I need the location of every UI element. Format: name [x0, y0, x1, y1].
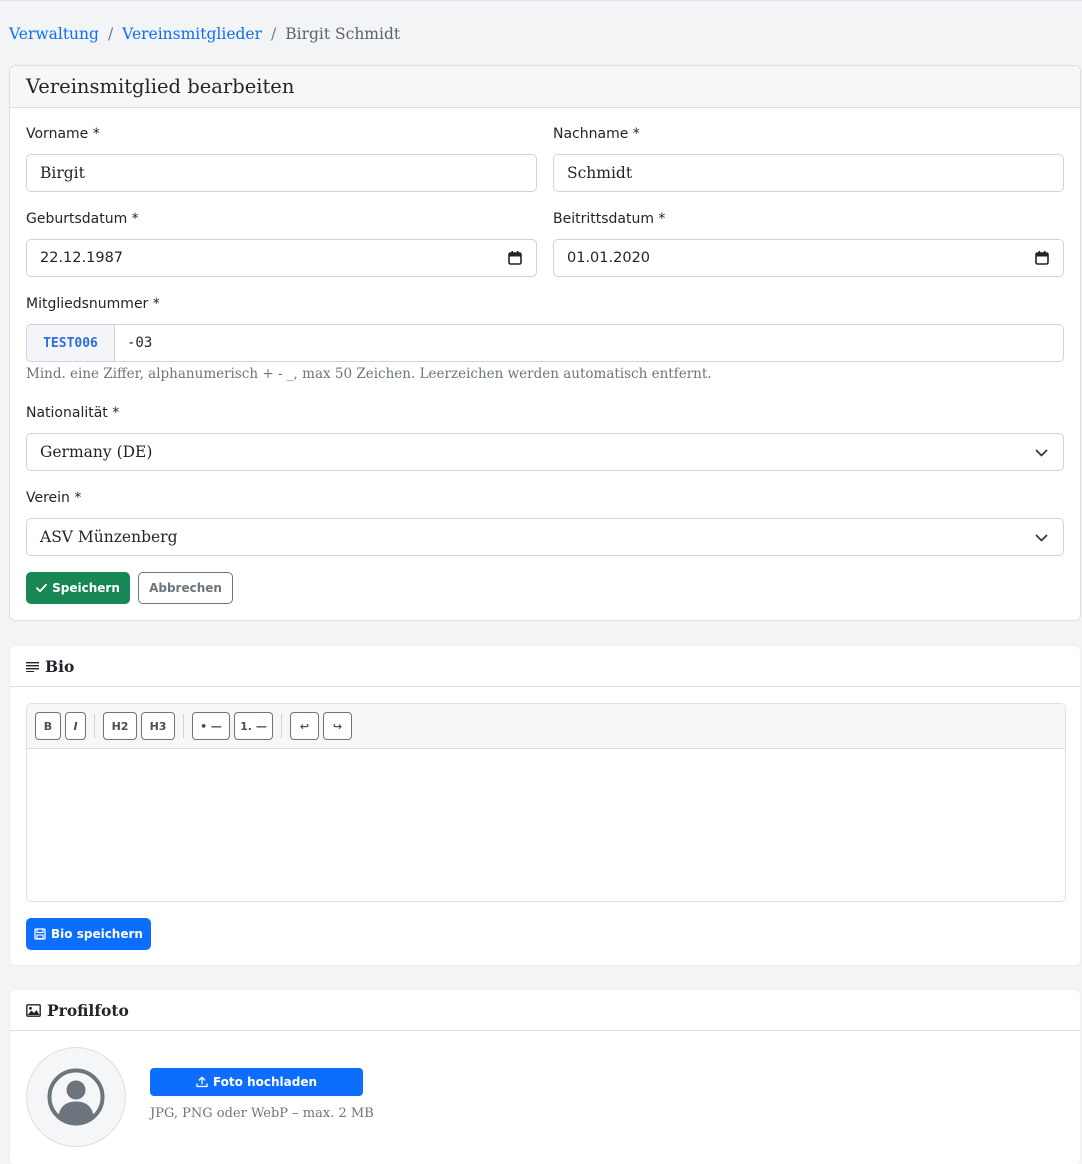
- save-bio-button[interactable]: Bio speichern: [26, 918, 151, 950]
- bio-editor: B I H2 H3 • — 1. — ↩ ↪: [26, 703, 1066, 902]
- avatar: [26, 1047, 126, 1147]
- member-number-input-group[interactable]: TEST006 -03: [26, 324, 1064, 362]
- member-number-label: Mitgliedsnummer *: [26, 296, 160, 312]
- join-date-value: 01.01.2020: [567, 250, 651, 266]
- club-label: Verein *: [26, 490, 82, 506]
- redo-button[interactable]: ↪: [323, 712, 352, 740]
- club-value: ASV Münzenberg: [40, 528, 178, 546]
- ordered-list-button[interactable]: 1. —: [234, 712, 273, 740]
- breadcrumb-separator: /: [271, 25, 277, 43]
- last-name-input[interactable]: Schmidt: [553, 154, 1064, 192]
- profile-photo-header: Profilfoto: [10, 990, 1080, 1031]
- heading3-button[interactable]: H3: [141, 712, 175, 740]
- toolbar-divider: [281, 714, 282, 738]
- upload-photo-button[interactable]: Foto hochladen: [150, 1068, 363, 1096]
- toolbar-divider: [94, 714, 95, 738]
- save-button-label: Speichern: [52, 581, 120, 595]
- join-date-label: Beitrittsdatum *: [553, 211, 666, 227]
- heading2-button[interactable]: H2: [103, 712, 137, 740]
- page-title: Vereinsmitglied bearbeiten: [26, 75, 295, 98]
- profile-photo-card: Profilfoto Foto hochladen JPG, PNG oder …: [9, 989, 1081, 1164]
- text-lines-icon: [26, 661, 39, 672]
- editor-toolbar: B I H2 H3 • — 1. — ↩ ↪: [27, 704, 1065, 749]
- club-select[interactable]: ASV Münzenberg: [26, 518, 1064, 556]
- last-name-value: Schmidt: [567, 164, 633, 182]
- nationality-label: Nationalität *: [26, 405, 120, 421]
- nationality-value: Germany (DE): [40, 443, 153, 461]
- birth-date-input[interactable]: 22.12.1987: [26, 239, 537, 277]
- bio-card: Bio B I H2 H3 • — 1. — ↩ ↪ Bio speichern: [9, 645, 1081, 966]
- first-name-value: Birgit: [40, 164, 85, 182]
- upload-photo-label: Foto hochladen: [212, 1075, 318, 1089]
- calendar-icon[interactable]: [508, 251, 522, 265]
- member-number-prefix: TEST006: [27, 325, 115, 361]
- cancel-button-label: Abbrechen: [149, 581, 222, 595]
- bullet-list-button[interactable]: • —: [192, 712, 230, 740]
- bold-button[interactable]: B: [35, 712, 61, 740]
- breadcrumb-link-verwaltung[interactable]: Verwaltung: [9, 25, 99, 43]
- last-name-label: Nachname *: [553, 126, 640, 142]
- member-number-input[interactable]: -03: [127, 325, 152, 361]
- calendar-icon[interactable]: [1035, 251, 1049, 265]
- save-button[interactable]: Speichern: [26, 572, 130, 604]
- italic-button[interactable]: I: [65, 712, 86, 740]
- check-icon: [36, 583, 48, 593]
- user-placeholder-icon: [47, 1068, 105, 1126]
- join-date-input[interactable]: 01.01.2020: [553, 239, 1064, 277]
- image-icon: [26, 1003, 41, 1017]
- birth-date-label: Geburtsdatum *: [26, 211, 139, 227]
- breadcrumb: Verwaltung / Vereinsmitglieder / Birgit …: [9, 25, 400, 43]
- member-number-hint: Mind. eine Ziffer, alphanumerisch + - _,…: [26, 366, 712, 382]
- first-name-input[interactable]: Birgit: [26, 154, 537, 192]
- chevron-down-icon: [1035, 534, 1048, 542]
- breadcrumb-link-vereinsmitglieder[interactable]: Vereinsmitglieder: [122, 25, 262, 43]
- save-bio-button-label: Bio speichern: [51, 927, 143, 941]
- nationality-select[interactable]: Germany (DE): [26, 433, 1064, 471]
- toolbar-divider: [183, 714, 184, 738]
- breadcrumb-separator: /: [107, 25, 114, 43]
- bio-text-area[interactable]: [27, 749, 1065, 901]
- upload-icon: [196, 1076, 208, 1088]
- floppy-disk-icon: [34, 928, 46, 940]
- chevron-down-icon: [1035, 449, 1048, 457]
- photo-format-hint: JPG, PNG oder WebP – max. 2 MB: [150, 1106, 374, 1121]
- bio-header: Bio: [10, 646, 1080, 687]
- breadcrumb-current: Birgit Schmidt: [285, 25, 401, 43]
- birth-date-value: 22.12.1987: [40, 250, 124, 266]
- profile-photo-title: Profilfoto: [47, 1000, 129, 1020]
- undo-button[interactable]: ↩: [290, 712, 319, 740]
- first-name-label: Vorname *: [26, 126, 100, 142]
- cancel-button[interactable]: Abbrechen: [138, 572, 233, 604]
- edit-card-header: Vereinsmitglied bearbeiten: [10, 66, 1080, 108]
- bio-title: Bio: [45, 656, 75, 676]
- edit-member-card: Vereinsmitglied bearbeiten Vorname * Bir…: [9, 65, 1081, 621]
